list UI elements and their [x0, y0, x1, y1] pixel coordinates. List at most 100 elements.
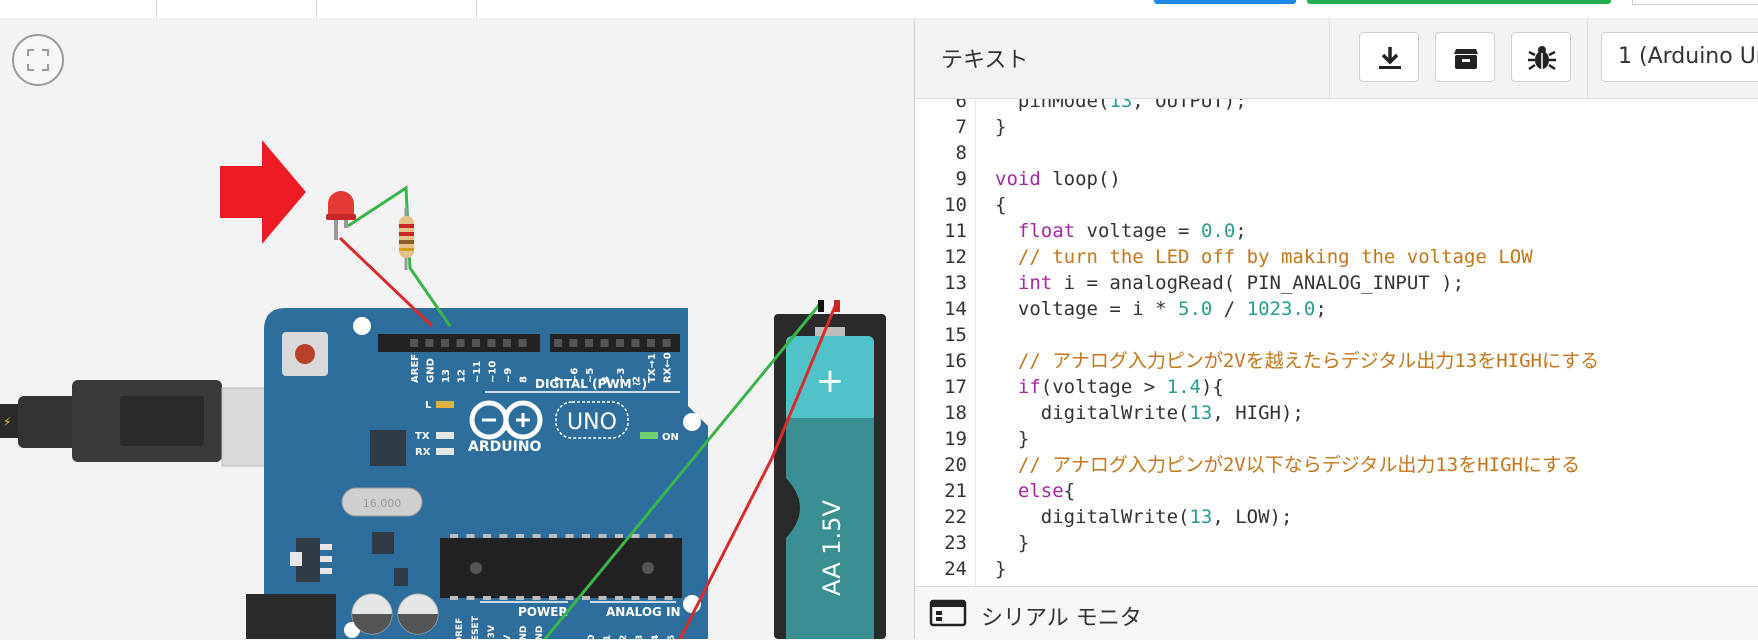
code-line[interactable]: 22 digitalWrite(13, LOW);: [915, 504, 1758, 530]
code-line[interactable]: 14 voltage = i * 5.0 / 1023.0;: [915, 296, 1758, 322]
code-line[interactable]: 21 else{: [915, 478, 1758, 504]
pin-socket[interactable]: [600, 339, 609, 347]
resistor[interactable]: [399, 208, 414, 270]
code-line[interactable]: 15: [915, 322, 1758, 348]
line-text: // turn the LED off by making the voltag…: [995, 244, 1533, 270]
toolbar-divider: [156, 0, 157, 18]
code-token: int: [1017, 272, 1053, 294]
code-line[interactable]: 17 if(voltage > 1.4){: [915, 374, 1758, 400]
l-label: L: [425, 400, 432, 411]
code-token: {: [995, 194, 1007, 216]
line-text: int i = analogRead( PIN_ANALOG_INPUT );: [995, 270, 1464, 296]
code-token: }: [995, 116, 1007, 138]
pin-socket[interactable]: [441, 339, 449, 347]
code-token: }: [995, 532, 1030, 554]
usb-chip: [370, 430, 406, 466]
code-token: // turn the LED off by making the voltag…: [995, 246, 1533, 268]
line-number: 6: [955, 99, 967, 112]
pin-socket[interactable]: [518, 339, 527, 347]
device-selector[interactable]: 1 (Arduino Uno R3): [1601, 32, 1758, 82]
code-token: ){: [1200, 376, 1224, 398]
digital-pin-label: 12: [457, 369, 468, 383]
l-led: [436, 401, 454, 408]
serial-monitor-toggle[interactable]: シリアル モニタ: [915, 586, 1758, 640]
library-box-icon: [1454, 49, 1478, 69]
digital-pin-label: RX←0: [663, 352, 674, 383]
pin-socket[interactable]: [410, 339, 418, 347]
code-line[interactable]: 6 pinMode(13, OUTPUT);: [915, 99, 1758, 114]
circuit-canvas[interactable]: ⚡ AREF GND 13 12 ~11 ~10 ~9 8 7 ~6 ~5 4 ~3 2 TX→1 RX←0 …: [0, 18, 914, 639]
code-line[interactable]: 8: [915, 140, 1758, 166]
code-line[interactable]: 19 }: [915, 426, 1758, 452]
download-icon: [1379, 47, 1401, 69]
code-line[interactable]: 11 float voltage = 0.0;: [915, 218, 1758, 244]
code-token: ;: [1235, 220, 1247, 242]
code-token: voltage = i *: [995, 298, 1179, 320]
code-token: voltage =: [1075, 220, 1201, 242]
line-number: 10: [944, 194, 967, 216]
code-token: 13: [1189, 402, 1213, 424]
digital-pin-label: 13: [441, 369, 452, 383]
code-line[interactable]: 16 // アナログ入力ピンが2Vを越えたらデジタル出力13をHIGHにする: [915, 348, 1758, 374]
svg-text:⚡: ⚡: [3, 415, 11, 429]
arduino-brand: ARDUINO: [468, 439, 542, 455]
pin-socket[interactable]: [631, 339, 640, 347]
pin-socket[interactable]: [487, 339, 496, 347]
line-number: 22: [944, 506, 967, 528]
pin-socket[interactable]: [662, 339, 671, 347]
code-line[interactable]: 20 // アナログ入力ピンが2V以下ならデジタル出力13をHIGHにする: [915, 452, 1758, 478]
line-text: }: [995, 530, 1029, 556]
code-token: 13: [1109, 99, 1133, 112]
small-chip: [372, 532, 394, 554]
line-text: else{: [995, 478, 1075, 504]
debugger-button[interactable]: [1511, 32, 1571, 82]
bottom-pin-label: 3.3V: [487, 625, 497, 639]
code-token: i = analogRead( PIN_ANALOG_INPUT );: [1052, 272, 1465, 294]
wire-green-resistor[interactable]: [347, 185, 452, 327]
toolbar-green-button[interactable]: [1307, 0, 1611, 4]
line-text: if(voltage > 1.4){: [995, 374, 1224, 400]
code-line[interactable]: 18 digitalWrite(13, HIGH);: [915, 400, 1758, 426]
digital-pin-label: 8: [519, 376, 530, 383]
serial-monitor-label: シリアル モニタ: [981, 606, 1142, 631]
code-editor[interactable]: 6 pinMode(13, OUTPUT); 7} 8 9 void loop() 10 {…: [915, 99, 1758, 586]
code-line[interactable]: 23 }: [915, 530, 1758, 556]
bottom-pin-label: A0: [587, 635, 597, 639]
library-button[interactable]: [1435, 32, 1495, 82]
pin-socket[interactable]: [503, 339, 511, 347]
code-token: void: [995, 168, 1041, 190]
line-number: 19: [944, 428, 967, 450]
usb-cable-sleeve: [18, 396, 80, 448]
pin-socket[interactable]: [585, 339, 593, 347]
bottom-pin-label: A1: [603, 635, 613, 639]
code-token: , OUTPUT);: [1132, 99, 1247, 112]
code-line[interactable]: 13 int i = analogRead( PIN_ANALOG_INPUT …: [915, 270, 1758, 296]
line-number: 12: [944, 246, 967, 268]
code-line[interactable]: 24}: [915, 556, 1758, 582]
code-panel-header: テキスト 1 (Arduino Uno R3): [915, 18, 1758, 99]
code-token: digitalWrite(: [995, 402, 1190, 424]
pin-socket[interactable]: [554, 339, 562, 347]
line-number: 21: [944, 480, 967, 502]
code-token: // アナログ入力ピンが2V以下ならデジタル出力13をHIGHにする: [995, 454, 1581, 476]
line-text: digitalWrite(13, LOW);: [995, 504, 1293, 530]
analog-header-label: ANALOG IN: [606, 605, 681, 619]
code-line[interactable]: 9 void loop(): [915, 166, 1758, 192]
pin-socket[interactable]: [456, 339, 465, 347]
toolbar-white-button[interactable]: [1632, 0, 1758, 5]
red-led[interactable]: [326, 191, 356, 240]
pin-socket[interactable]: [616, 339, 624, 347]
line-number: 15: [944, 324, 967, 346]
pin-socket[interactable]: [425, 339, 434, 347]
line-number: 20: [944, 454, 967, 476]
pin-socket[interactable]: [569, 339, 578, 347]
download-button[interactable]: [1359, 32, 1419, 82]
code-line[interactable]: 7}: [915, 114, 1758, 140]
code-line[interactable]: 12 // turn the LED off by making the vol…: [915, 244, 1758, 270]
code-line[interactable]: 10 {: [915, 192, 1758, 218]
pin-socket[interactable]: [647, 339, 655, 347]
toolbar-blue-button[interactable]: [1154, 0, 1296, 4]
line-number: 11: [944, 220, 967, 242]
pin-socket[interactable]: [472, 339, 480, 347]
